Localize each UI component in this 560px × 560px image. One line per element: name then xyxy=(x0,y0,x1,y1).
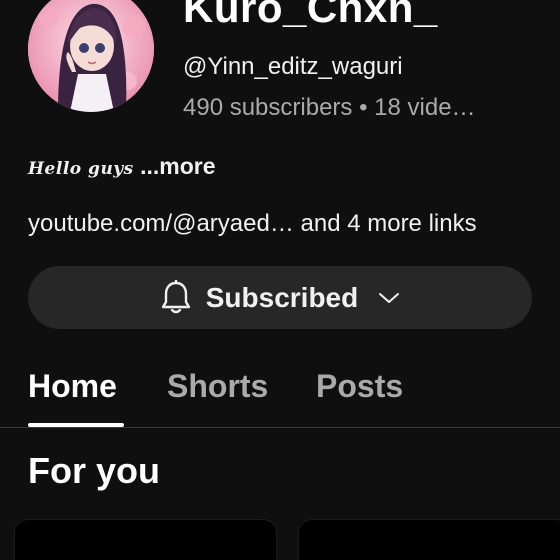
tab-shorts[interactable]: Shorts xyxy=(167,368,268,405)
section-title: For you xyxy=(28,450,160,491)
channel-stats: 490 subscribers • 18 vide… xyxy=(183,94,476,121)
channel-description[interactable]: Hello guys ...more xyxy=(28,153,216,180)
tab-posts[interactable]: Posts xyxy=(316,368,403,405)
tab-home[interactable]: Home xyxy=(28,368,117,405)
more-link[interactable]: ...more xyxy=(140,153,215,179)
subscribed-label: Subscribed xyxy=(205,281,359,313)
subscribed-button[interactable]: Subscribed xyxy=(28,266,532,329)
channel-handle: @Yinn_editz_waguri xyxy=(183,53,403,80)
video-card[interactable] xyxy=(298,519,560,560)
description-text: Hello guys xyxy=(28,159,134,179)
avatar-image xyxy=(28,0,154,112)
channel-avatar[interactable] xyxy=(28,0,154,112)
chevron-down-icon xyxy=(378,291,400,305)
active-tab-indicator xyxy=(28,423,124,427)
channel-links[interactable]: youtube.com/@aryaed… and 4 more links xyxy=(28,210,477,238)
channel-name: Kuro_Cnxn_ xyxy=(183,0,438,31)
bell-icon xyxy=(160,279,192,316)
channel-tabs: Home Shorts Posts xyxy=(0,362,560,428)
video-card[interactable] xyxy=(14,519,277,560)
